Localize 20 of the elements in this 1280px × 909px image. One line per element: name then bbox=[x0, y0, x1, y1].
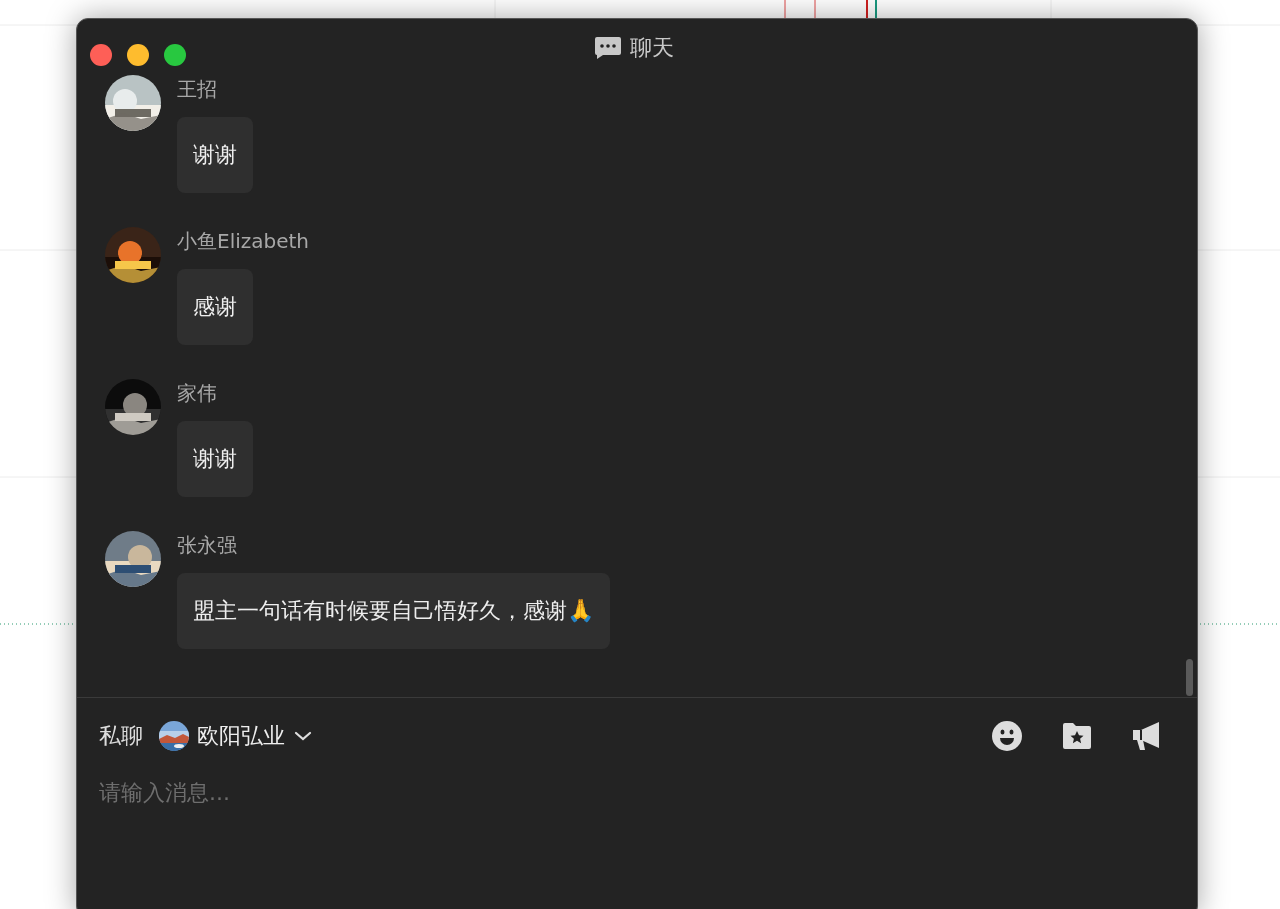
message-bubble: 感谢 bbox=[177, 269, 253, 345]
window-title: 聊天 bbox=[630, 34, 674, 62]
chevron-down-icon bbox=[293, 730, 313, 742]
sender-name: 家伟 bbox=[177, 380, 217, 406]
sender-name: 王招 bbox=[177, 76, 217, 102]
scrollbar-thumb[interactable] bbox=[1186, 659, 1193, 696]
sender-name: 张永强 bbox=[177, 532, 237, 558]
message-bubble: 谢谢 bbox=[177, 117, 253, 193]
message-bubble: 谢谢 bbox=[177, 421, 253, 497]
recipient-selector[interactable]: 欧阳弘业 bbox=[159, 721, 313, 751]
close-button[interactable] bbox=[90, 44, 112, 66]
zoom-button[interactable] bbox=[164, 44, 186, 66]
emoji-icon[interactable] bbox=[991, 720, 1023, 752]
chat-mode-label: 私聊 bbox=[99, 722, 143, 750]
folder-star-icon[interactable] bbox=[1061, 722, 1093, 750]
chat-bubble-icon bbox=[594, 36, 622, 60]
sender-name: 小鱼Elizabeth bbox=[177, 228, 310, 254]
minimize-button[interactable] bbox=[127, 44, 149, 66]
message-bubble: 盟主一句话有时候要自己悟好久，感谢🙏 bbox=[177, 573, 610, 649]
message-input-field[interactable]: 请输入消息... bbox=[99, 780, 699, 805]
